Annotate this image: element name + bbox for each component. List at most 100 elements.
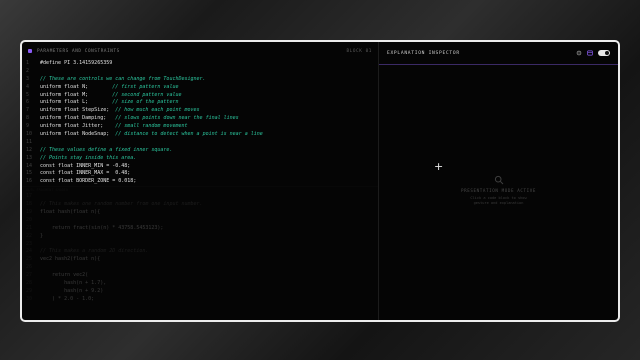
line-number: 25 [26,256,33,263]
code-line: 29 hash(n + 9.2) [26,288,378,296]
crosshair-cursor-icon: + [434,160,444,173]
line-number: 15 [26,170,33,177]
empty-state-hint: Click a code block to show gesture and e… [470,196,527,205]
line-number: 9 [26,123,30,130]
inspector-header: EXPLANATION INSPECTOR [379,42,618,65]
line-number: 27 [26,272,33,279]
line-number: 12 [26,146,33,153]
code-line: 5 uniform float M; // second pattern valu… [26,92,378,100]
code-text: float hash(float n){ [40,209,101,216]
code-comment: // This makes a random 2D direction. [40,248,149,255]
code-text: const float INNER_MIN = -0.48; [40,162,131,169]
line-number: 16 [26,178,33,185]
code-text: return fract(sin(n) * 43758.5453123); [40,224,164,231]
code-comment: // These values define a fixed inner squ… [40,146,173,153]
code-line: 9 uniform float Jitter; // small random m… [26,123,378,131]
code-comment: // first pattern value [112,83,179,90]
code-pane-block-label: BLOCK 01 [346,48,372,54]
search-icon [494,175,503,185]
code-pane-header: PARAMETERS AND CONSTRAINTS BLOCK 01 [22,42,378,60]
line-number: 3 [26,75,30,82]
line-number: 29 [26,287,33,294]
code-text: vec2 hash2(float n){ [40,256,101,263]
code-line: 30 ) * 2.0 - 1.0; [26,296,378,304]
code-text: #define PI 3.14159265359 [40,60,113,66]
code-text: ) * 2.0 - 1.0; [40,295,95,302]
code-line: 7 uniform float StepSize; // how much eac… [26,107,378,115]
code-line: 11 [26,139,378,147]
line-number: 14 [26,162,33,169]
app-window: PARAMETERS AND CONSTRAINTS BLOCK 01 1 #de… [20,40,620,322]
panel-icon[interactable] [587,50,593,56]
line-number: 4 [26,83,30,90]
code-line: 25 vec2 hash2(float n){ [26,256,378,264]
code-line: 19 float hash(float n){ [26,209,378,217]
code-line: 17 [26,193,378,201]
code-block-faded[interactable]: 17 18 // This makes one random number from… [22,193,378,303]
code-block-divider-label: GLSL FRAGMENT SHADER [26,188,69,193]
presentation-toggle[interactable] [598,50,610,56]
code-text: uniform float StepSize; [40,107,116,114]
line-number: 23 [26,240,33,247]
line-number: 13 [26,154,33,161]
code-line: 10 uniform float NodeSnap; // distance to… [26,131,378,139]
gear-icon[interactable] [576,50,582,56]
code-line: 26 [26,264,378,272]
line-number: 8 [26,115,30,122]
line-number: 17 [26,193,33,200]
code-editor-pane: PARAMETERS AND CONSTRAINTS BLOCK 01 1 #de… [22,42,379,320]
code-comment: // small random movement [115,123,188,130]
purple-square-icon [28,49,32,53]
code-pane-title: PARAMETERS AND CONSTRAINTS [37,48,120,54]
line-number: 24 [26,248,33,255]
line-number: 6 [26,99,30,106]
line-number: 1 [26,60,30,66]
code-line: 12 // These values define a fixed inner s… [26,147,378,155]
code-comment: // second pattern value [112,91,182,98]
code-line: 4 uniform float N; // first pattern value [26,84,378,92]
code-text: const float INNER_MAX = 0.48; [40,170,131,177]
code-line: 21 return fract(sin(n) * 43758.5453123); [26,225,378,233]
code-text: uniform float Jitter; [40,123,116,130]
line-number: 18 [26,201,33,208]
inspector-body: + PRESENTATION MODE ACTIVE Click a code … [379,64,618,320]
code-line: 22} [26,233,378,241]
code-comment: // This makes one random number from one… [40,201,203,208]
line-number: 21 [26,224,33,231]
code-text: uniform float L; [40,99,113,106]
code-text: uniform float Damping; [40,115,116,122]
line-number: 19 [26,209,33,216]
code-text: uniform float N; [40,83,113,90]
code-comment: // how much each point moves [115,107,200,114]
line-number: 10 [26,131,33,138]
code-text: hash(n + 9.2) [40,287,104,294]
code-text: hash(n + 1.7), [40,280,107,287]
code-text: uniform float NodeSnap; [40,131,116,138]
code-line: 14 const float INNER_MIN = -0.48; [26,163,378,171]
line-number: 22 [26,232,33,239]
explanation-inspector-pane: EXPLANATION INSPECTOR + PRESENTATION MOD… [379,42,618,320]
empty-state: PRESENTATION MODE ACTIVE Click a code bl… [379,175,618,206]
code-line: 24 // This makes a random 2D direction. [26,248,378,256]
line-number: 7 [26,107,30,114]
code-comment: // slows points down near the final line… [115,115,239,122]
inspector-title: EXPLANATION INSPECTOR [387,50,460,56]
code-text: uniform float M; [40,91,113,98]
code-text: const float BORDER_ZONE = 0.018; [40,178,137,185]
code-text: return vec2( [40,272,89,279]
line-number: 20 [26,216,33,223]
code-comment: // size of the pattern [112,99,179,106]
code-line: 23 [26,241,378,249]
code-text: } [40,232,44,239]
line-number: 2 [26,67,30,74]
code-line: 15 const float INNER_MAX = 0.48; [26,170,378,178]
code-line: 16 const float BORDER_ZONE = 0.018; [26,178,378,186]
code-block-divider: GLSL FRAGMENT SHADER [22,186,378,193]
code-comment: // These are controls we can change from… [40,75,206,82]
code-comment: // distance to detect when a point is ne… [115,131,263,138]
code-block-active[interactable]: 1 #define PI 3.14159265359 2 3 // These are … [22,60,378,186]
code-line: 13 // Points stay inside this area. [26,155,378,163]
code-line: 28 hash(n + 1.7), [26,280,378,288]
line-number: 11 [26,138,33,145]
code-line: 20 [26,217,378,225]
